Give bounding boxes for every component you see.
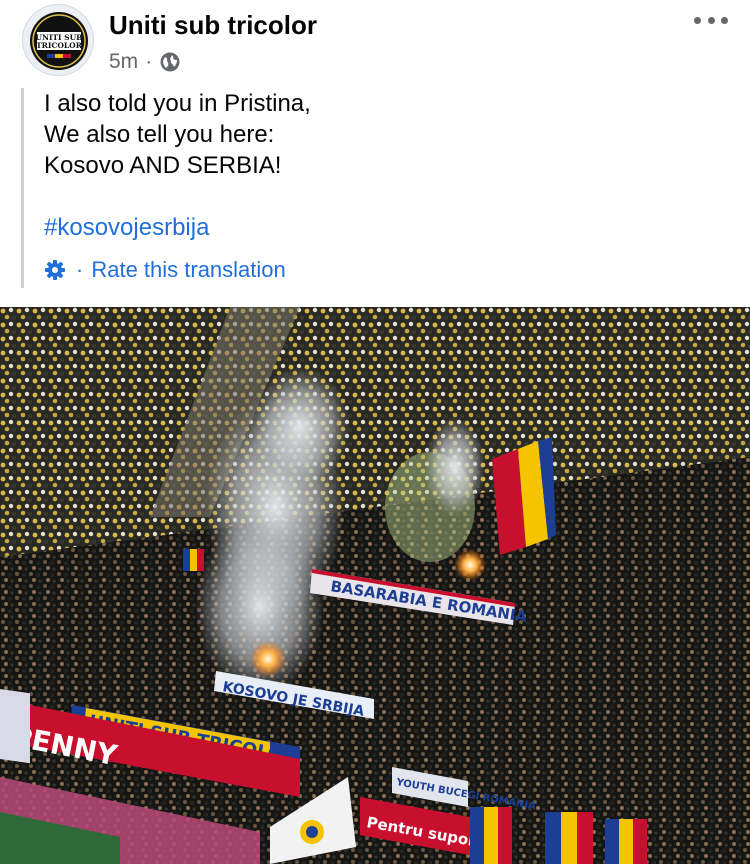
small-flag bbox=[183, 549, 204, 571]
uniti-sub-tricolor-logo-icon: UNITI SUB TRICOLOR bbox=[30, 12, 88, 70]
meta-separator: · bbox=[145, 50, 153, 73]
post-meta: 5m · bbox=[109, 50, 181, 74]
translation-line-2: We also tell you here: bbox=[44, 121, 275, 148]
translated-text: I also told you in Pristina, We also tel… bbox=[21, 88, 721, 288]
post-time[interactable]: 5m bbox=[109, 50, 138, 74]
hashtag-link[interactable]: #kosovojesrbija bbox=[44, 212, 721, 243]
rate-translation[interactable]: · Rate this translation bbox=[44, 255, 721, 285]
more-horizontal-icon bbox=[694, 16, 701, 24]
more-options-button[interactable] bbox=[694, 6, 728, 34]
avatar[interactable]: UNITI SUB TRICOLOR bbox=[22, 4, 94, 76]
page-name[interactable]: Uniti sub tricolor bbox=[109, 10, 317, 41]
more-dot bbox=[707, 16, 715, 24]
more-dot bbox=[721, 16, 728, 24]
globe-icon[interactable] bbox=[159, 51, 181, 73]
post-photo[interactable]: BASARABIA E ROMANIA KOSOVO JE SRBIJA UNI… bbox=[0, 307, 750, 864]
gear-icon[interactable] bbox=[44, 259, 66, 281]
rate-translation-link[interactable]: Rate this translation bbox=[91, 255, 285, 285]
post-header: UNITI SUB TRICOLOR Uniti sub tricolor 5m… bbox=[0, 0, 750, 86]
stadium-crowd-image: BASARABIA E ROMANIA KOSOVO JE SRBIJA UNI… bbox=[0, 307, 750, 864]
rate-separator: · bbox=[76, 257, 84, 282]
translation-line-3: Kosovo AND SERBIA! bbox=[44, 152, 282, 179]
svg-text:TRICOLOR: TRICOLOR bbox=[36, 41, 83, 50]
translation-line-1: I also told you in Pristina, bbox=[44, 90, 311, 117]
